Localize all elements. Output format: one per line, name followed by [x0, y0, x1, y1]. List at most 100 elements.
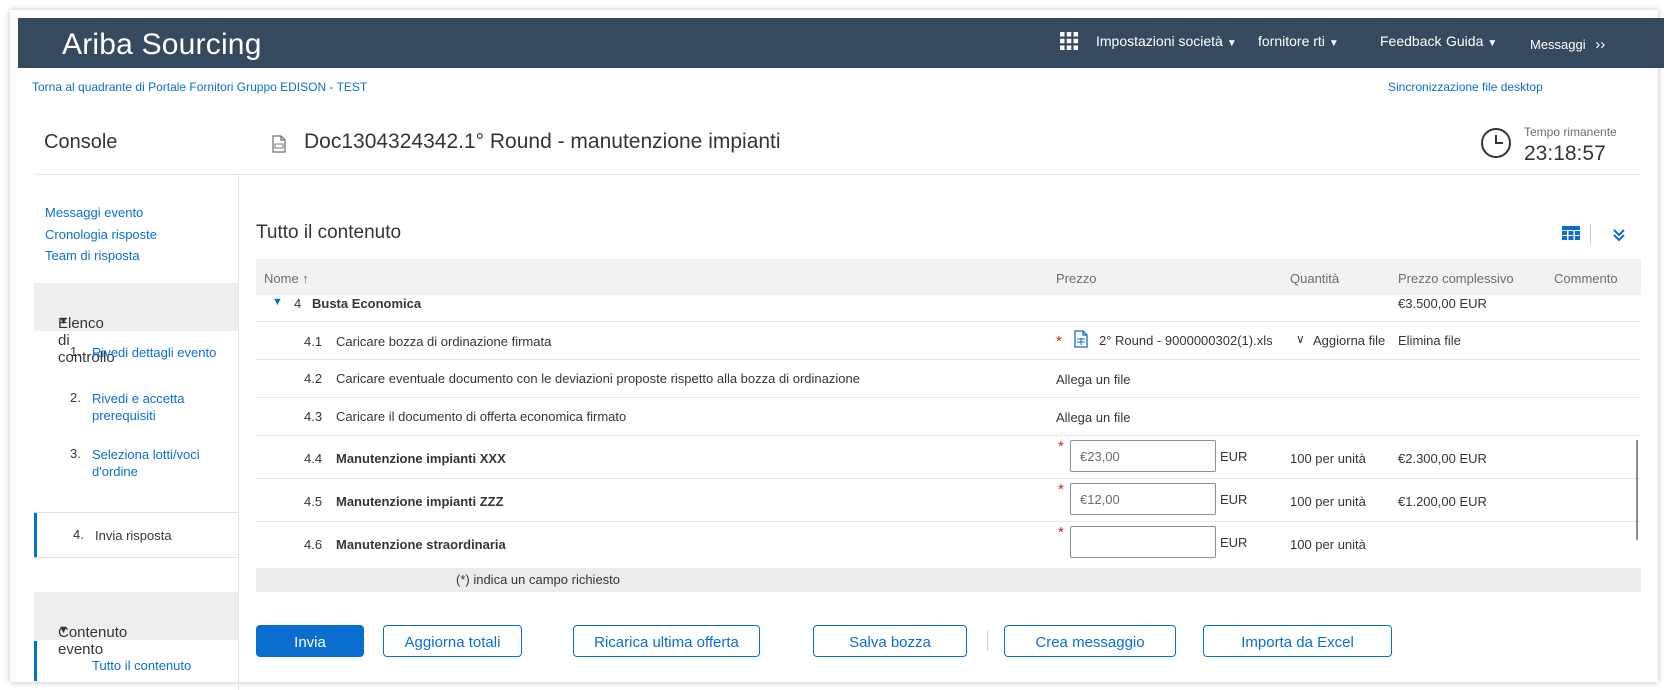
table-view-icon[interactable]: [1562, 226, 1580, 242]
table-row: 4.2 Caricare eventuale documento con le …: [256, 360, 1641, 398]
sidebar-item-all-content[interactable]: Tutto il contenuto: [34, 641, 242, 681]
required-marker: *: [1058, 438, 1064, 455]
update-totals-button[interactable]: Aggiorna totali: [383, 625, 522, 657]
menu-company-settings[interactable]: Impostazioni società ▼: [1096, 33, 1237, 49]
update-file-link[interactable]: Aggiorna file: [1313, 333, 1385, 348]
clock-icon: [1481, 128, 1511, 158]
menu-messages-label: Messaggi: [1530, 37, 1586, 52]
menu-feedback[interactable]: Feedback: [1380, 33, 1441, 49]
row-number: 4.5: [304, 494, 323, 509]
attach-file-link[interactable]: Allega un file: [1056, 372, 1130, 387]
step-number: 1.: [70, 344, 81, 359]
sidebar-item-prerequisites[interactable]: 2. Rivedi e accetta prerequisiti: [34, 390, 239, 426]
section-name: Busta Economica: [312, 296, 422, 311]
save-draft-button[interactable]: Salva bozza: [813, 625, 967, 657]
step-label: Invia risposta: [95, 528, 172, 543]
caret-down-icon: ▼: [1328, 38, 1339, 49]
title-divider: [34, 174, 1641, 175]
required-marker: *: [1058, 524, 1064, 541]
app-grid-icon[interactable]: [1060, 32, 1078, 50]
table-section-row[interactable]: ▼ 4 Busta Economica €3.500,00 EUR: [256, 295, 1641, 322]
back-to-dashboard-link[interactable]: Torna al quadrante di Portale Fornitori …: [32, 80, 367, 94]
section-total: €3.500,00 EUR: [1398, 296, 1487, 311]
spreadsheet-file-icon: [1074, 330, 1088, 348]
menu-help[interactable]: Guida ▼: [1446, 33, 1497, 49]
table-scrollbar[interactable]: [1636, 440, 1638, 540]
line-total: €2.300,00 EUR: [1398, 451, 1487, 466]
sidebar-section-event-content[interactable]: ▼ Contenuto evento: [34, 592, 239, 658]
submit-button[interactable]: Invia: [256, 625, 364, 657]
menu-messages[interactable]: Messaggi ››: [1530, 36, 1605, 53]
row-name: Caricare il documento di offerta economi…: [336, 409, 627, 424]
expand-triangle-icon[interactable]: ▼: [272, 296, 283, 308]
caret-down-icon: ▼: [1226, 38, 1237, 49]
row-name: Manutenzione impianti ZZZ: [336, 494, 504, 509]
row-number: 4.3: [304, 409, 323, 424]
desktop-sync-link[interactable]: Sincronizzazione file desktop: [1388, 80, 1543, 94]
divider: [34, 557, 239, 558]
sidebar-link-event-messages[interactable]: Messaggi evento: [45, 205, 143, 220]
row-name: Caricare eventuale documento con le devi…: [336, 371, 860, 386]
console-title: Console: [44, 131, 118, 153]
column-header-comment: Commento: [1554, 271, 1618, 286]
column-header-quantity: Quantità: [1290, 271, 1340, 286]
currency-label: EUR: [1220, 535, 1248, 550]
content-section-title: Tutto il contenuto: [256, 222, 402, 243]
top-header: Ariba Sourcing Impostazioni società ▼ for…: [18, 18, 1664, 68]
import-excel-button[interactable]: Importa da Excel: [1203, 625, 1392, 657]
button-divider: [987, 631, 988, 651]
step-label: Seleziona lotti/voci d'ordine: [92, 447, 200, 479]
price-input[interactable]: [1070, 483, 1216, 515]
double-chevron-right-icon: ››: [1595, 36, 1606, 53]
required-marker: *: [1058, 481, 1064, 498]
sidebar-item-select-lots[interactable]: 3. Seleziona lotti/voci d'ordine: [34, 446, 239, 482]
chevron-down-icon[interactable]: ∨: [1296, 332, 1305, 346]
table-row: 4.5 Manutenzione impianti ZZZ * EUR 100 …: [256, 479, 1641, 522]
required-marker: *: [1056, 333, 1062, 350]
sidebar-link-response-history[interactable]: Cronologia risposte: [45, 227, 157, 242]
row-number: 4.6: [304, 537, 323, 552]
quantity-value: 100 per unità: [1290, 494, 1366, 509]
reload-last-offer-button[interactable]: Ricarica ultima offerta: [573, 625, 760, 657]
sidebar-link-response-team[interactable]: Team di risposta: [45, 248, 140, 263]
brand-title: Ariba Sourcing: [62, 28, 262, 61]
step-number: 3.: [70, 446, 81, 461]
delete-file-link[interactable]: Elimina file: [1398, 333, 1461, 348]
required-field-note: (*) indica un campo richiesto: [256, 568, 1641, 592]
create-message-button[interactable]: Crea messaggio: [1004, 625, 1176, 657]
attach-file-link[interactable]: Allega un file: [1056, 410, 1130, 425]
menu-company-settings-label: Impostazioni società: [1096, 33, 1223, 49]
step-number: 4.: [73, 527, 84, 542]
row-number: 4.4: [304, 451, 323, 466]
step-number: 2.: [70, 390, 81, 405]
sidebar-item-review-event[interactable]: 1. Rivedi dettagli evento: [34, 344, 239, 374]
sidebar-section-checklist[interactable]: ▼ Elenco di controllo: [34, 283, 239, 366]
toolbar-divider: [1590, 224, 1591, 244]
table-row: 4.1 Caricare bozza di ordinazione firmat…: [256, 322, 1641, 360]
price-input[interactable]: [1070, 526, 1216, 558]
row-name: Caricare bozza di ordinazione firmata: [336, 334, 552, 349]
column-header-name[interactable]: Nome ↑: [264, 271, 309, 286]
row-name: Manutenzione impianti XXX: [336, 451, 506, 466]
column-header-price: Prezzo: [1056, 271, 1097, 286]
menu-supplier[interactable]: fornitore rti ▼: [1258, 33, 1339, 49]
sidebar-separator: [238, 175, 239, 690]
attached-file-link[interactable]: 2° Round - 9000000302(1).xls: [1099, 333, 1273, 348]
price-input[interactable]: [1070, 440, 1216, 472]
step-label: Rivedi e accetta prerequisiti: [92, 391, 185, 423]
sidebar: Messaggi evento Cronologia risposte Team…: [34, 180, 239, 690]
menu-supplier-label: fornitore rti: [1258, 33, 1325, 49]
menu-help-label: Guida: [1446, 33, 1484, 49]
currency-label: EUR: [1220, 492, 1248, 507]
sidebar-item-submit-response[interactable]: 4. Invia risposta: [34, 513, 242, 557]
row-number: 4.2: [304, 371, 323, 386]
double-chevron-down-icon[interactable]: [1612, 228, 1626, 242]
document-title: Doc1304324342.1° Round - manutenzione im…: [304, 130, 781, 153]
required-note-text: (*) indica un campo richiesto: [456, 572, 621, 587]
table-row: 4.6 Manutenzione straordinaria * EUR 100…: [256, 522, 1641, 567]
quantity-value: 100 per unità: [1290, 537, 1366, 552]
quantity-value: 100 per unità: [1290, 451, 1366, 466]
time-remaining-label: Tempo rimanente: [1524, 125, 1617, 139]
caret-down-icon: ▼: [1487, 38, 1498, 49]
all-content-label: Tutto il contenuto: [92, 658, 192, 673]
